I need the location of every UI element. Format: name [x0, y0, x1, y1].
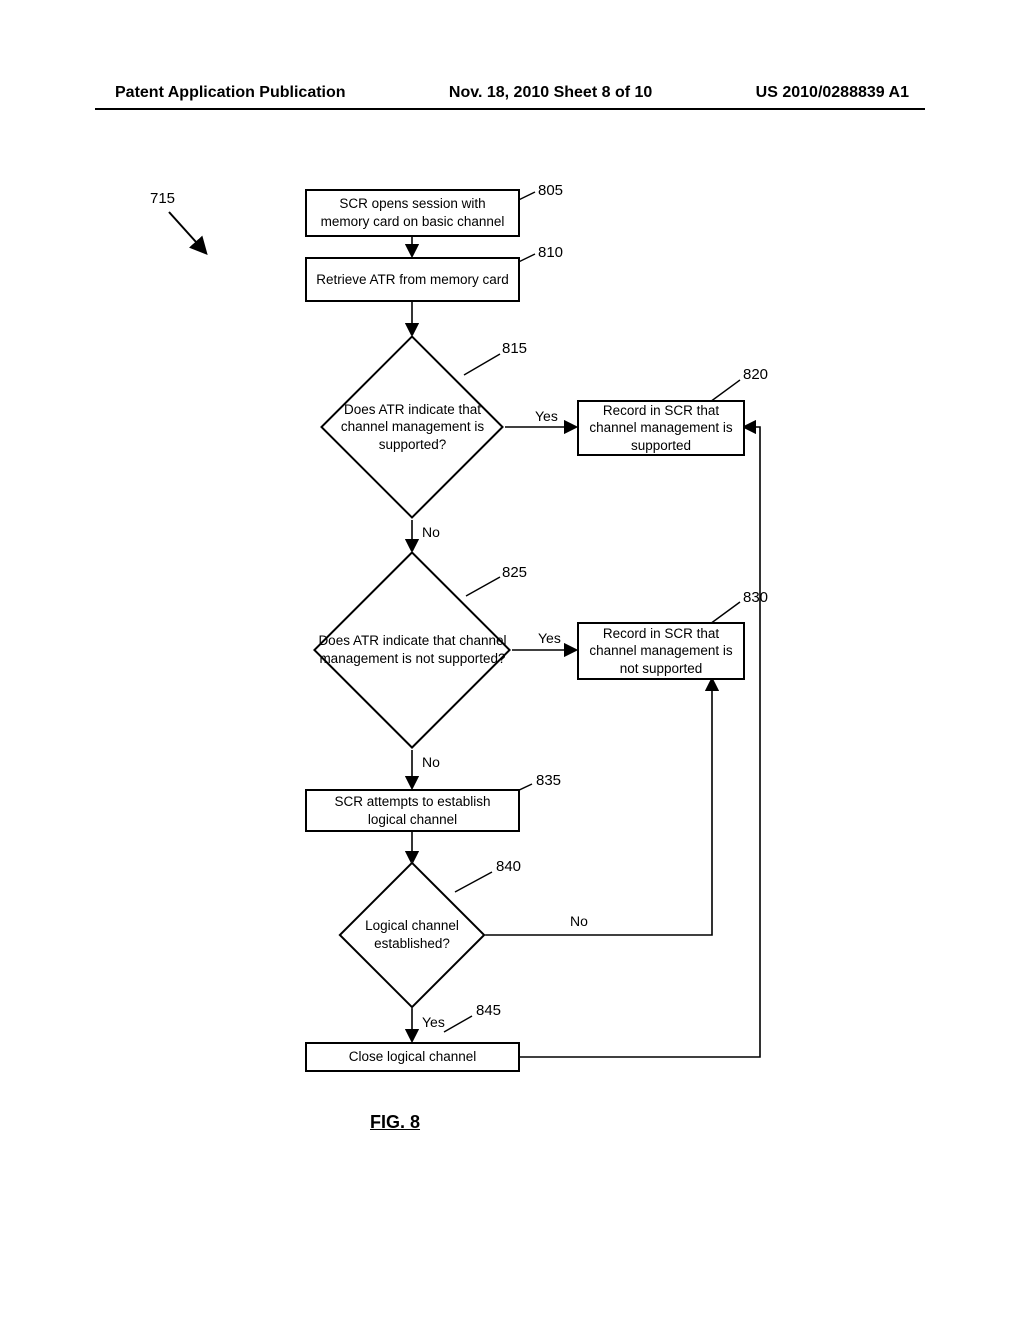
flowchart: 715 SCR opens session with memory card o…: [140, 182, 910, 1182]
process-805-text: SCR opens session with memory card on ba…: [315, 195, 510, 230]
label-815-no: No: [422, 524, 440, 540]
process-830: Record in SCR that channel management is…: [577, 622, 745, 680]
process-835: SCR attempts to establish logical channe…: [305, 789, 520, 832]
label-825-no: No: [422, 754, 440, 770]
connectors: [140, 182, 910, 1182]
process-830-text: Record in SCR that channel management is…: [587, 625, 735, 678]
header-left: Patent Application Publication: [115, 84, 346, 102]
label-840-yes: Yes: [422, 1014, 445, 1030]
header-rule: [95, 108, 925, 110]
label-840-no: No: [570, 913, 588, 929]
decision-825: [313, 551, 511, 749]
decision-840: [338, 861, 485, 1008]
ref-845: 845: [476, 1002, 501, 1019]
process-845-text: Close logical channel: [349, 1048, 477, 1066]
page-header: Patent Application Publication Nov. 18, …: [0, 84, 1024, 102]
process-810-text: Retrieve ATR from memory card: [316, 271, 509, 289]
label-825-yes: Yes: [538, 630, 561, 646]
header-right: US 2010/0288839 A1: [756, 84, 909, 102]
figure-label: FIG. 8: [370, 1112, 420, 1133]
process-835-text: SCR attempts to establish logical channe…: [315, 793, 510, 828]
decision-815: [320, 335, 504, 519]
ref-825: 825: [502, 564, 527, 581]
ref-805: 805: [538, 182, 563, 199]
process-845: Close logical channel: [305, 1042, 520, 1072]
process-820-text: Record in SCR that channel management is…: [587, 402, 735, 455]
ref-815: 815: [502, 340, 527, 357]
ref-835: 835: [536, 772, 561, 789]
header-center: Nov. 18, 2010 Sheet 8 of 10: [449, 84, 652, 102]
ref-830: 830: [743, 589, 768, 606]
ref-820: 820: [743, 366, 768, 383]
process-820: Record in SCR that channel management is…: [577, 400, 745, 456]
process-810: Retrieve ATR from memory card: [305, 257, 520, 302]
ref-715: 715: [150, 190, 175, 207]
ref-810: 810: [538, 244, 563, 261]
process-805: SCR opens session with memory card on ba…: [305, 189, 520, 237]
ref-840: 840: [496, 858, 521, 875]
label-815-yes: Yes: [535, 408, 558, 424]
